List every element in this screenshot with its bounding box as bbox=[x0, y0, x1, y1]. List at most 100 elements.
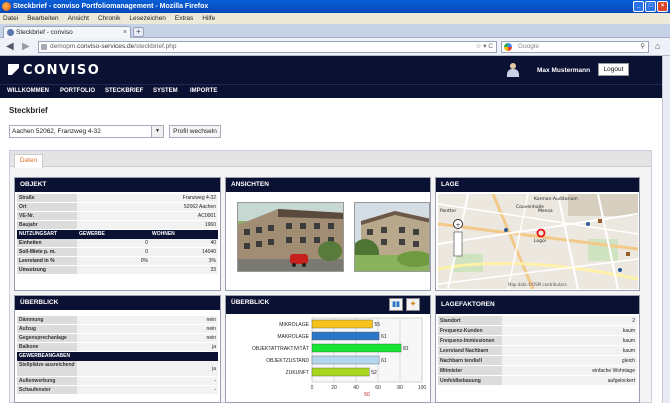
tab-close-icon[interactable]: × bbox=[123, 27, 127, 38]
chart-value-label: 61 bbox=[381, 358, 387, 364]
building-photo-1[interactable] bbox=[237, 202, 344, 272]
nav-system[interactable]: SYSTEM bbox=[153, 88, 178, 94]
ueberblick-row-label: Balkone bbox=[17, 343, 77, 351]
ueberblick-row-label: Aufzug bbox=[17, 325, 77, 333]
location-map[interactable]: + Karman-Auditorium Couvenhalle Mensa Lo… bbox=[438, 194, 638, 289]
nutzung-row-label: Einheiten bbox=[17, 239, 77, 247]
menu-lesezeichen[interactable]: Lesezeichen bbox=[129, 15, 166, 22]
building-photo-2[interactable] bbox=[354, 202, 430, 272]
google-icon bbox=[504, 43, 512, 51]
back-arrow-icon[interactable]: ◀ bbox=[6, 41, 14, 52]
objekt-row-label: VE-Nr. bbox=[17, 212, 77, 220]
lagefaktor-value: gleich bbox=[502, 356, 637, 365]
nav-willkommen[interactable]: WILLKOMMEN bbox=[7, 88, 49, 94]
chart-category-label: OBJEKTATTRAKTIVITÄT bbox=[252, 345, 309, 352]
nav-steckbrief[interactable]: STECKBRIEF bbox=[105, 88, 143, 94]
nutzung-col-header: WOHNEN bbox=[152, 231, 175, 237]
home-icon[interactable]: ⌂ bbox=[655, 41, 660, 51]
lage-header: LAGE bbox=[436, 178, 639, 192]
conviso-logo-mark-icon bbox=[8, 64, 19, 75]
maximize-button[interactable]: □ bbox=[645, 1, 656, 12]
objekt-row: Ort 52062 Aachen bbox=[17, 203, 218, 212]
objekt-row-label: Baujahr bbox=[17, 221, 77, 229]
close-window-button[interactable]: × bbox=[657, 1, 668, 12]
site-identity-icon bbox=[41, 44, 47, 50]
page-content: Steckbrief Aachen 52062, Franzweg 4-32 ▼… bbox=[0, 98, 662, 403]
url-bar[interactable]: demopm.conviso-services.de/steckbrief.ph… bbox=[38, 41, 497, 53]
nutzung-row-label: Leerstand in % bbox=[17, 257, 77, 265]
nav-portfolio[interactable]: PORTFOLIO bbox=[60, 88, 95, 94]
search-placeholder: Google bbox=[518, 43, 539, 50]
ueberblick-row: Dämmung nein bbox=[17, 316, 218, 325]
ueberblick-row: Balkone ja bbox=[17, 343, 218, 352]
objekt-header: OBJEKT bbox=[15, 178, 220, 192]
objekt-row: VE-Nr. AC0001 bbox=[17, 212, 218, 221]
profile-switch-button[interactable]: Profil wechseln bbox=[169, 125, 221, 138]
chart-value-label: 55 bbox=[375, 322, 381, 328]
search-input[interactable]: Google ⚲ bbox=[501, 41, 649, 53]
svg-text:+: + bbox=[455, 222, 460, 229]
lage-panel: LAGE + Karman-Auditorium Couvenhalle Men… bbox=[435, 177, 640, 291]
radar-chart-view-button[interactable]: ✦ bbox=[406, 298, 420, 311]
ueberblick-row: Gegensprechanlage nein bbox=[17, 334, 218, 343]
logout-button[interactable]: Logout bbox=[598, 63, 629, 76]
objekt-row-value: AC0001 bbox=[77, 212, 218, 220]
ueberblick-row-value: nein bbox=[77, 316, 218, 324]
chevron-down-icon[interactable]: ▼ bbox=[151, 126, 163, 137]
forward-arrow-icon[interactable]: ▶ bbox=[22, 41, 30, 52]
chart-tick-label: 60 bbox=[375, 385, 381, 391]
minimize-button[interactable]: _ bbox=[633, 1, 644, 12]
address-select[interactable]: Aachen 52062, Franzweg 4-32 ▼ bbox=[9, 125, 164, 138]
menu-datei[interactable]: Datei bbox=[3, 15, 18, 22]
chart-value-label: 81 bbox=[403, 346, 409, 352]
lagefaktoren-header: LAGEFAKTOREN bbox=[436, 296, 639, 314]
user-name: Max Mustermann bbox=[537, 67, 591, 74]
ansichten-header: ANSICHTEN bbox=[226, 178, 430, 192]
lagefaktor-row: Standort 2 bbox=[438, 316, 637, 326]
chart-tick-label: 20 bbox=[331, 385, 337, 391]
search-icon[interactable]: ⚲ bbox=[640, 42, 645, 52]
firefox-icon bbox=[2, 2, 11, 11]
menu-hilfe[interactable]: Hilfe bbox=[202, 15, 215, 22]
nutzung-col-header: NUTZUNGSART bbox=[19, 231, 58, 237]
url-controls-icon[interactable]: ☆ ▾ C bbox=[476, 42, 493, 52]
tab-daten[interactable]: Daten bbox=[14, 154, 43, 168]
zoom-slider[interactable] bbox=[453, 231, 463, 257]
gewerbe-row: Außenwerbung - bbox=[17, 377, 218, 386]
nutzung-gewerbe-value: 0 bbox=[77, 248, 150, 256]
window-title-bar: Steckbrief - conviso Portfoliomanagement… bbox=[0, 0, 670, 13]
lagefaktor-label: Leerstand Nachbarn bbox=[438, 346, 502, 355]
map-label: Ponttor bbox=[440, 208, 456, 214]
page-scrollbar[interactable] bbox=[662, 56, 670, 403]
user-icon bbox=[507, 63, 519, 77]
chart-bar bbox=[311, 319, 373, 329]
menu-ansicht[interactable]: Ansicht bbox=[68, 15, 89, 22]
objekt-panel: OBJEKT Straße Franzweg 4-32 Ort 52062 Aach… bbox=[14, 177, 221, 291]
menu-extras[interactable]: Extras bbox=[175, 15, 193, 22]
nutzung-row: Einheiten 0 40 bbox=[17, 239, 218, 248]
chart-tick-label: 0 bbox=[311, 385, 314, 391]
lagefaktor-label: Standort bbox=[438, 316, 502, 325]
map-label: Karman-Auditorium bbox=[534, 196, 578, 202]
nutzung-header-row: NUTZUNGSART GEWERBE WOHNEN bbox=[17, 230, 218, 239]
site-favicon-icon bbox=[7, 29, 14, 36]
nutzung-row-label: Soll-Miete p. m. bbox=[17, 248, 77, 256]
menu-bearbeiten[interactable]: Bearbeiten bbox=[27, 15, 58, 22]
new-tab-button[interactable]: + bbox=[133, 27, 144, 37]
navigation-bar: ◀ ▶ demopm.conviso-services.de/steckbrie… bbox=[0, 38, 670, 56]
menu-chronik[interactable]: Chronik bbox=[98, 15, 120, 22]
address-select-value: Aachen 52062, Franzweg 4-32 bbox=[12, 128, 101, 135]
nutzung-wohnen-value: 40 bbox=[150, 239, 218, 247]
lagefaktor-label: Nachbarn tendiell bbox=[438, 356, 502, 365]
chart-category-label: OBJEKTZUSTAND bbox=[266, 358, 309, 364]
ueberblick-row-value: nein bbox=[77, 334, 218, 342]
bar-chart-view-button[interactable]: ▮▮ bbox=[389, 298, 403, 311]
lagefaktor-value: kaum bbox=[502, 326, 637, 335]
browser-tab[interactable]: Steckbrief - conviso Portfoliomanagement… bbox=[3, 26, 131, 47]
ueberblick-header: ÜBERBLICK bbox=[15, 296, 220, 310]
nav-importe[interactable]: IMPORTE bbox=[190, 88, 217, 94]
gewerbe-row-value: - bbox=[77, 377, 218, 385]
conviso-logo[interactable]: CONVISO bbox=[8, 63, 100, 78]
lagefaktor-row: Frequenz-Kunden kaum bbox=[438, 326, 637, 336]
ansichten-panel: ANSICHTEN bbox=[225, 177, 431, 291]
